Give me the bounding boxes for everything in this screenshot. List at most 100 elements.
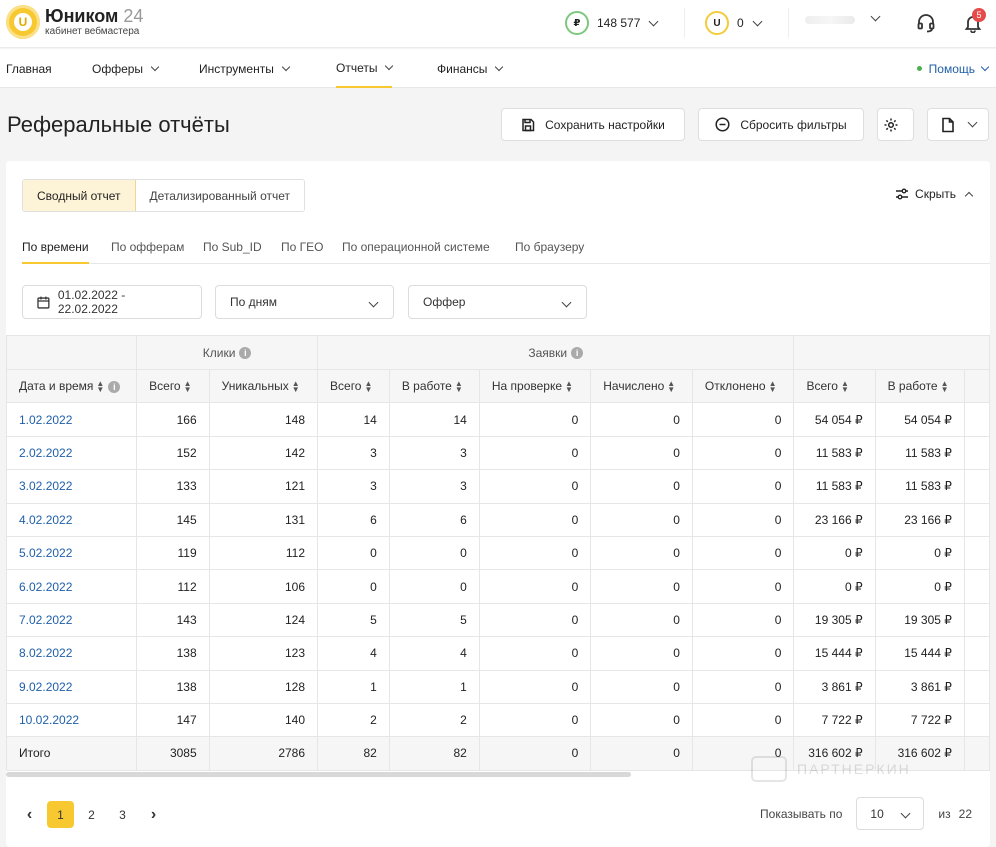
date-link[interactable]: 2.02.2022 <box>5 435 138 471</box>
tab-detailed-report[interactable]: Детализированный отчет <box>135 180 305 211</box>
table-cell: 11 583 ₽ <box>793 469 876 504</box>
subtab-by-time[interactable]: По времени <box>22 240 89 264</box>
sort-icon[interactable]: ▲ ▼ <box>455 380 463 394</box>
next-page-button[interactable]: › <box>140 801 167 828</box>
info-icon[interactable]: i <box>108 381 121 394</box>
column-header[interactable]: В работе ▲ ▼ <box>874 368 965 404</box>
chevron-down-icon <box>648 16 659 26</box>
per-page-select[interactable]: 10 <box>856 797 925 830</box>
sort-icon[interactable]: ▲ ▼ <box>769 380 777 394</box>
table-cell-overflow <box>963 469 991 504</box>
subtab-by-subid[interactable]: По Sub_ID <box>203 240 262 264</box>
table-cell: 0 <box>590 535 693 571</box>
sort-icon[interactable]: ▲ ▼ <box>941 380 949 394</box>
subtab-by-geo[interactable]: По ГЕО <box>281 240 323 264</box>
offer-select[interactable]: Оффер <box>408 285 587 319</box>
date-range-picker[interactable]: 01.02.2022 - 22.02.2022 <box>22 285 202 319</box>
column-header[interactable]: Всего ▲ ▼ <box>793 368 876 404</box>
logo[interactable]: U Юником 24 кабинет вебмастера <box>6 5 143 39</box>
table-cell: 5 <box>388 602 480 638</box>
grouping-select[interactable]: По дням <box>215 285 394 319</box>
app-name: Юником <box>45 6 119 26</box>
user-name-blurred[interactable] <box>805 16 855 24</box>
sort-icon[interactable]: ▲ ▼ <box>184 380 192 394</box>
nav-item-tools[interactable]: Инструменты <box>199 49 291 88</box>
column-header[interactable]: Всего ▲ ▼ <box>136 368 210 404</box>
export-file-dropdown[interactable] <box>927 108 989 141</box>
sort-icon[interactable]: ▲ ▼ <box>565 380 573 394</box>
chevron-down-icon[interactable] <box>870 11 881 22</box>
table-cell: 0 <box>590 402 693 437</box>
date-link[interactable]: 10.02.2022 <box>5 702 138 738</box>
chevron-down-icon <box>150 62 160 71</box>
date-link[interactable]: 9.02.2022 <box>5 669 138 704</box>
page-button-3[interactable]: 3 <box>109 801 136 828</box>
table-cell: 11 583 ₽ <box>874 435 965 471</box>
chevron-down-icon <box>281 62 291 71</box>
watermark-logo-icon <box>751 756 787 782</box>
subtab-by-offers[interactable]: По офферам <box>111 240 184 264</box>
info-icon[interactable]: i <box>571 347 584 360</box>
table-cell: 0 <box>691 669 795 704</box>
page-button-1[interactable]: 1 <box>47 801 74 828</box>
save-settings-button[interactable]: Сохранить настройки <box>501 108 685 141</box>
report-subtabs: По времени По офферам По Sub_ID По ГЕО П… <box>22 236 990 264</box>
prev-page-button[interactable]: ‹ <box>16 801 43 828</box>
date-link[interactable]: 1.02.2022 <box>5 402 138 437</box>
hide-filters-button[interactable]: Скрыть <box>895 187 974 201</box>
column-header[interactable]: Уникальных ▲ ▼ <box>208 368 319 404</box>
column-header[interactable]: Начислено ▲ ▼ <box>590 368 693 404</box>
reset-filters-button[interactable]: Сбросить фильтры <box>698 108 864 141</box>
settings-button[interactable] <box>877 108 914 141</box>
sort-icon[interactable]: ▲ ▼ <box>96 380 104 394</box>
chevron-down-icon <box>980 62 990 71</box>
tab-summary-report[interactable]: Сводный отчет <box>23 180 136 211</box>
table-cell: 3 <box>388 469 480 504</box>
table-cell: 140 <box>208 702 319 738</box>
page-button-2[interactable]: 2 <box>78 801 105 828</box>
help-menu[interactable]: Помощь <box>916 49 990 88</box>
nav-item-reports[interactable]: Отчеты <box>336 49 394 88</box>
date-link[interactable]: 4.02.2022 <box>5 502 138 537</box>
per-page-control: Показывать по 10 из 22 <box>760 797 972 830</box>
table-cell: 0 <box>691 636 795 671</box>
minus-circle-icon <box>715 117 730 132</box>
table-cell-overflow <box>963 535 991 571</box>
column-header[interactable]: Всего ▲ ▼ <box>317 368 390 404</box>
date-link[interactable]: 6.02.2022 <box>5 569 138 604</box>
sort-icon[interactable]: ▲ ▼ <box>364 380 372 394</box>
notifications-bell-icon[interactable]: 5 <box>960 8 986 36</box>
balance-u-dropdown[interactable]: U 0 <box>705 11 763 35</box>
info-icon[interactable]: i <box>239 347 252 360</box>
nav-item-home[interactable]: Главная <box>6 49 52 88</box>
nav-item-offers[interactable]: Офферы <box>92 49 160 88</box>
table-cell: 0 <box>691 702 795 738</box>
column-header[interactable]: Отклонено ▲ ▼ <box>691 368 795 404</box>
support-headset-icon[interactable] <box>913 10 939 36</box>
subtab-by-os[interactable]: По операционной системе <box>342 240 490 264</box>
horizontal-scrollbar[interactable] <box>6 772 631 777</box>
date-link[interactable]: 5.02.2022 <box>5 535 138 571</box>
subtab-by-browser[interactable]: По браузеру <box>515 240 584 264</box>
balance-rub-dropdown[interactable]: ₽ 148 577 <box>565 11 659 35</box>
table-cell: 0 <box>478 569 592 604</box>
sort-icon[interactable]: ▲ ▼ <box>841 380 849 394</box>
table-cell: 0 <box>478 435 592 471</box>
table-row: 10.02.2022 147 140 2 2 0 0 0 7 722 ₽7 722 ₽ <box>5 702 991 738</box>
date-link[interactable]: 3.02.2022 <box>5 469 138 504</box>
table-cell: 0 <box>590 702 693 738</box>
date-link[interactable]: 8.02.2022 <box>5 636 138 671</box>
table-cell: 7 722 ₽ <box>874 702 965 738</box>
date-link[interactable]: 7.02.2022 <box>5 602 138 638</box>
chevron-down-icon <box>495 62 504 71</box>
ruble-icon: ₽ <box>565 11 589 35</box>
sort-icon[interactable]: ▲ ▼ <box>667 380 675 394</box>
group-header-payouts <box>793 335 990 370</box>
table-cell: 3 <box>388 435 480 471</box>
sort-icon[interactable]: ▲ ▼ <box>292 380 300 394</box>
nav-item-finance[interactable]: Финансы <box>437 49 504 88</box>
column-header[interactable]: В работе ▲ ▼ <box>388 368 480 404</box>
column-header[interactable]: На проверке ▲ ▼ <box>478 368 592 404</box>
column-header[interactable]: Дата и время ▲ ▼ i <box>5 368 138 404</box>
table-cell: 0 <box>317 569 390 604</box>
